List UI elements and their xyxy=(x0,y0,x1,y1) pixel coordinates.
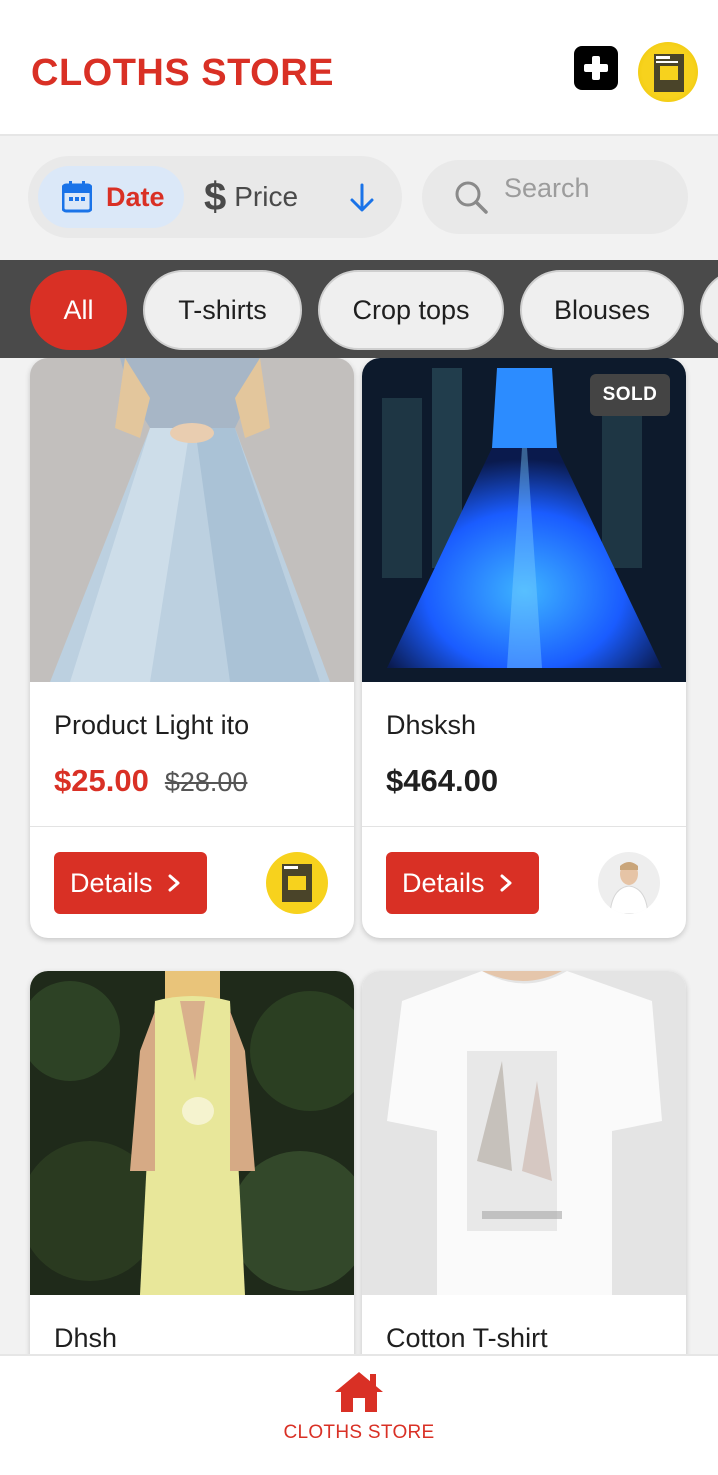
product-title: Product Light ito xyxy=(54,710,250,740)
sort-by-price-button[interactable]: $ Price xyxy=(204,166,298,228)
product-image xyxy=(30,358,354,682)
product-title: Cotton T-shirt xyxy=(386,1323,548,1353)
nav-home-tab[interactable]: CLOTHS STORE xyxy=(259,1370,459,1460)
sort-search-bar: Date $ Price xyxy=(0,138,718,260)
sort-selector: Date $ Price xyxy=(28,156,402,238)
details-button[interactable]: Details xyxy=(54,852,207,914)
chevron-right-icon xyxy=(500,874,512,892)
details-button[interactable]: Details xyxy=(386,852,539,914)
product-title: Dhsksh xyxy=(386,710,477,740)
nav-home-label: CLOTHS STORE xyxy=(283,1422,435,1443)
sort-date-label: Date xyxy=(106,181,165,212)
plus-square-icon xyxy=(584,56,608,80)
add-product-button[interactable] xyxy=(574,46,618,90)
product-price: $25.00 xyxy=(54,763,149,798)
product-price: $464.00 xyxy=(386,763,499,798)
product-card[interactable]: Product Light ito $25.00 $28.00 Details xyxy=(30,358,354,938)
seller-avatar[interactable] xyxy=(598,852,660,914)
search-input[interactable] xyxy=(504,172,674,204)
category-chip-tshirts[interactable]: T-shirts xyxy=(143,270,302,350)
product-card[interactable]: SOLD Dhsksh $464.00 Details xyxy=(362,358,686,938)
category-chip-crop-tops[interactable]: Crop tops xyxy=(318,270,504,350)
app-title: CLOTHS STORE xyxy=(31,52,334,94)
search-icon xyxy=(455,181,488,214)
product-image xyxy=(30,971,354,1295)
category-bar: All T-shirts Crop tops Blouses xyxy=(0,260,718,358)
app-header: CLOTHS STORE xyxy=(0,0,718,136)
sort-direction-button[interactable] xyxy=(344,178,380,218)
product-image xyxy=(362,971,686,1295)
product-old-price: $28.00 xyxy=(164,767,248,797)
details-label: Details xyxy=(402,867,485,898)
seller-avatar[interactable] xyxy=(266,852,328,914)
sort-price-label: Price xyxy=(234,181,299,212)
card-divider xyxy=(30,826,354,827)
bottom-navigation: CLOTHS STORE xyxy=(0,1354,718,1475)
chevron-right-icon xyxy=(168,874,180,892)
dollar-icon: $ xyxy=(204,175,227,219)
product-grid: Product Light ito $25.00 $28.00 Details xyxy=(0,358,718,1354)
price-row: $25.00 $28.00 xyxy=(54,763,247,799)
category-chip-more[interactable] xyxy=(700,270,718,350)
search-field[interactable] xyxy=(422,160,688,234)
sold-badge: SOLD xyxy=(590,374,670,416)
category-chip-all[interactable]: All xyxy=(30,270,127,350)
home-icon xyxy=(335,1372,383,1412)
arrow-down-icon xyxy=(350,183,374,212)
details-label: Details xyxy=(70,867,153,898)
product-card[interactable]: Dhsh xyxy=(30,971,354,1354)
card-divider xyxy=(362,826,686,827)
product-title: Dhsh xyxy=(54,1323,118,1353)
avatar-image xyxy=(654,54,684,92)
price-row: $464.00 xyxy=(386,763,498,799)
user-avatar[interactable] xyxy=(638,42,698,102)
calendar-icon xyxy=(62,181,92,213)
category-chip-blouses[interactable]: Blouses xyxy=(520,270,684,350)
product-card[interactable]: Cotton T-shirt xyxy=(362,971,686,1354)
sort-by-date-button[interactable]: Date xyxy=(38,166,184,228)
